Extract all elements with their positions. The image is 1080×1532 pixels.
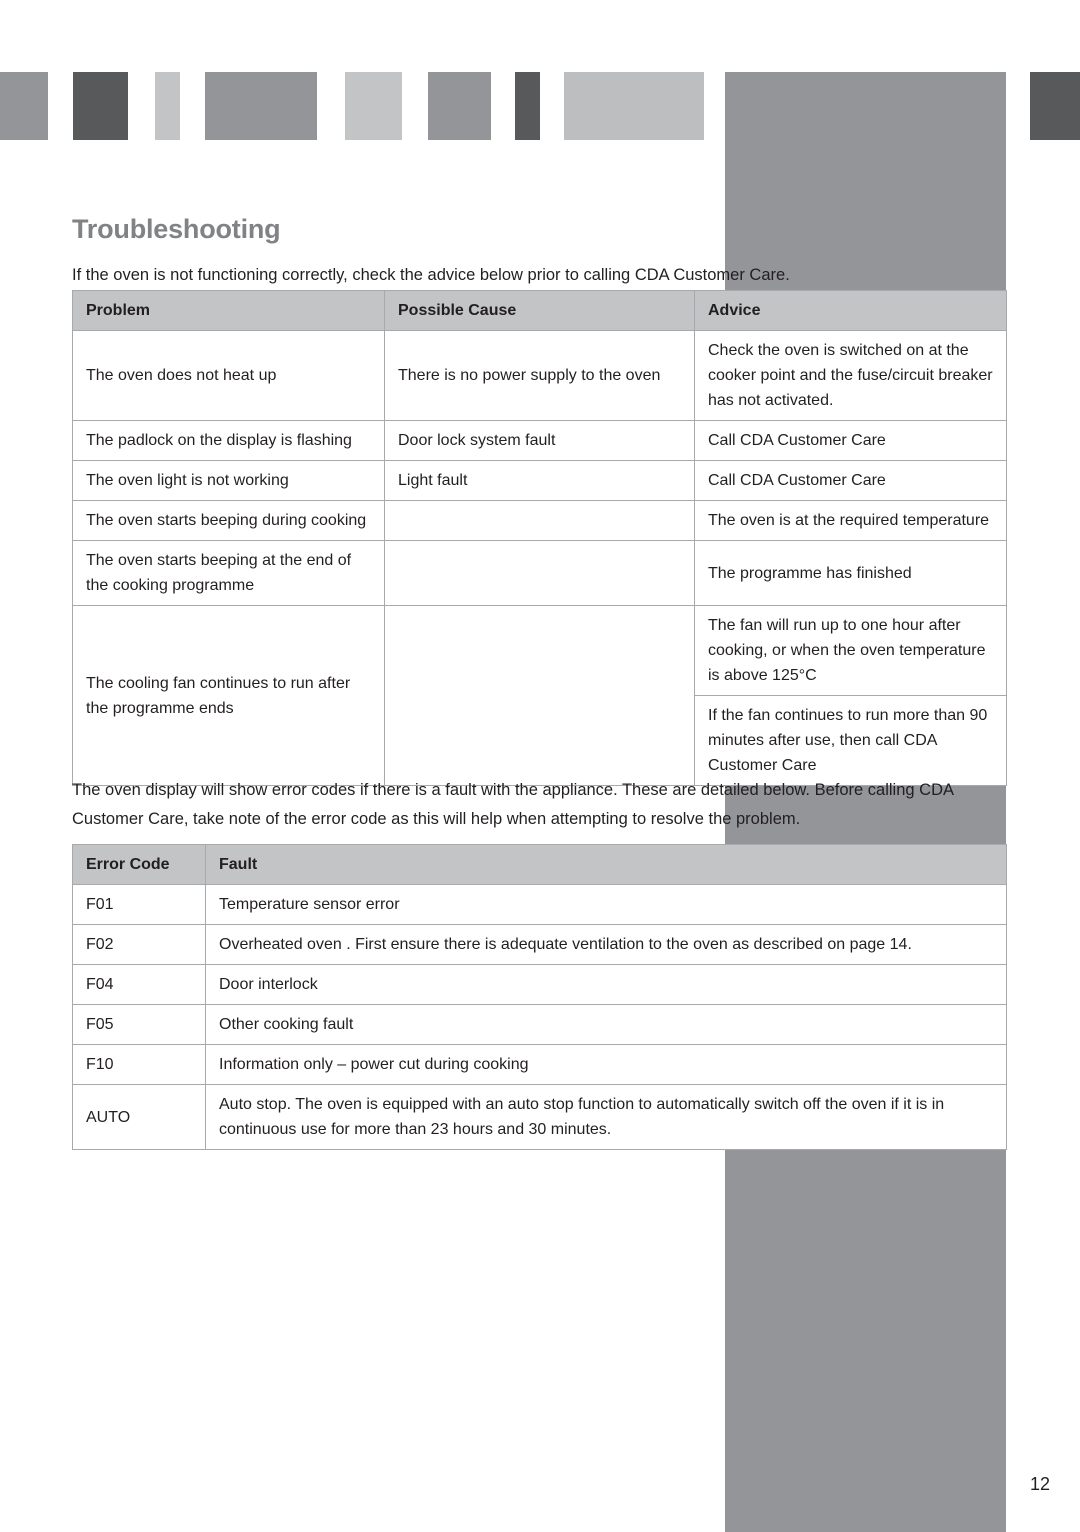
cell-problem: The oven does not heat up: [72, 330, 385, 421]
error-code-intro-paragraph: The oven display will show error codes i…: [72, 780, 954, 828]
column-header-possible-cause: Possible Cause: [384, 290, 695, 331]
cell-advice: Call CDA Customer Care: [694, 460, 1007, 501]
cell-error-code: F04: [72, 964, 206, 1005]
table-row: The oven starts beeping during cooking Th…: [72, 500, 1007, 541]
table-row: F05 Other cooking fault: [72, 1004, 1007, 1045]
cell-problem: The cooling fan continues to run after t…: [72, 605, 385, 786]
cell-problem: The padlock on the display is flashing: [72, 420, 385, 461]
decorative-bar-3: [155, 72, 180, 140]
troubleshooting-table-body: The oven does not heat up There is no pow…: [72, 330, 1007, 786]
background-panel-lower: [725, 1098, 1006, 1532]
cell-possible-cause: [384, 500, 695, 541]
cell-advice: Call CDA Customer Care: [694, 420, 1007, 461]
cell-fault: Door interlock: [205, 964, 1007, 1005]
cell-advice: The programme has finished: [694, 540, 1007, 606]
cell-error-code: F02: [72, 924, 206, 965]
cell-fault: Other cooking fault: [205, 1004, 1007, 1045]
cell-possible-cause: [384, 540, 695, 606]
decorative-bar-5: [345, 72, 402, 140]
error-code-table-body: F01 Temperature sensor error F02 Overheated…: [72, 884, 1007, 1150]
table-row: F01 Temperature sensor error: [72, 884, 1007, 925]
cell-possible-cause: There is no power supply to the oven: [384, 330, 695, 421]
cell-error-code: F10: [72, 1044, 206, 1085]
page-number: 12: [1030, 1474, 1051, 1494]
cell-problem: The oven starts beeping during cooking: [72, 500, 385, 541]
decorative-bar-1: [0, 72, 48, 140]
error-code-table: Error Code Fault F01 Temperature sensor e…: [72, 844, 1007, 1150]
cell-advice: The fan will run up to one hour after co…: [694, 605, 1007, 696]
cell-problem: The oven light is not working: [72, 460, 385, 501]
table-row: The padlock on the display is flashing Do…: [72, 420, 1007, 461]
cell-fault: Auto stop. The oven is equipped with an …: [205, 1084, 1007, 1150]
table-row: The cooling fan continues to run after t…: [72, 605, 1007, 786]
column-header-fault: Fault: [205, 844, 1007, 885]
cell-fault: Information only – power cut during cook…: [205, 1044, 1007, 1085]
cell-advice: The oven is at the required temperature: [694, 500, 1007, 541]
column-header-error-code: Error Code: [72, 844, 206, 885]
column-header-problem: Problem: [72, 290, 385, 331]
cell-advice: Check the oven is switched on at the coo…: [694, 330, 1007, 421]
table-row: F10 Information only – power cut during c…: [72, 1044, 1007, 1085]
table-header-row: Error Code Fault: [72, 844, 1007, 885]
table-row: F02 Overheated oven . First ensure there …: [72, 924, 1007, 965]
table-header-row: Problem Possible Cause Advice: [72, 290, 1007, 331]
table-row: F04 Door interlock: [72, 964, 1007, 1005]
column-header-advice: Advice: [694, 290, 1007, 331]
decorative-bar-4: [205, 72, 317, 140]
cell-error-code: AUTO: [72, 1084, 206, 1150]
intro-paragraph: If the oven is not functioning correctly…: [72, 265, 790, 284]
cell-fault: Overheated oven . First ensure there is …: [205, 924, 1007, 965]
decorative-bar-6: [428, 72, 491, 140]
decorative-bar-7: [515, 72, 540, 140]
cell-advice: If the fan continues to run more than 90…: [694, 695, 1007, 786]
table-row: AUTO Auto stop. The oven is equipped with…: [72, 1084, 1007, 1150]
cell-fault: Temperature sensor error: [205, 884, 1007, 925]
table-row: The oven starts beeping at the end of th…: [72, 540, 1007, 606]
cell-possible-cause: Light fault: [384, 460, 695, 501]
troubleshooting-table: Problem Possible Cause Advice The oven d…: [72, 290, 1007, 786]
cell-possible-cause: [384, 605, 695, 786]
decorative-bar-10: [1030, 72, 1080, 140]
table-row: The oven does not heat up There is no pow…: [72, 330, 1007, 421]
cell-error-code: F05: [72, 1004, 206, 1045]
cell-possible-cause: Door lock system fault: [384, 420, 695, 461]
cell-error-code: F01: [72, 884, 206, 925]
table-row: The oven light is not working Light fault…: [72, 460, 1007, 501]
page-title: Troubleshooting: [72, 214, 281, 245]
decorative-bar-8: [564, 72, 704, 140]
decorative-bar-2: [73, 72, 128, 140]
cell-problem: The oven starts beeping at the end of th…: [72, 540, 385, 606]
